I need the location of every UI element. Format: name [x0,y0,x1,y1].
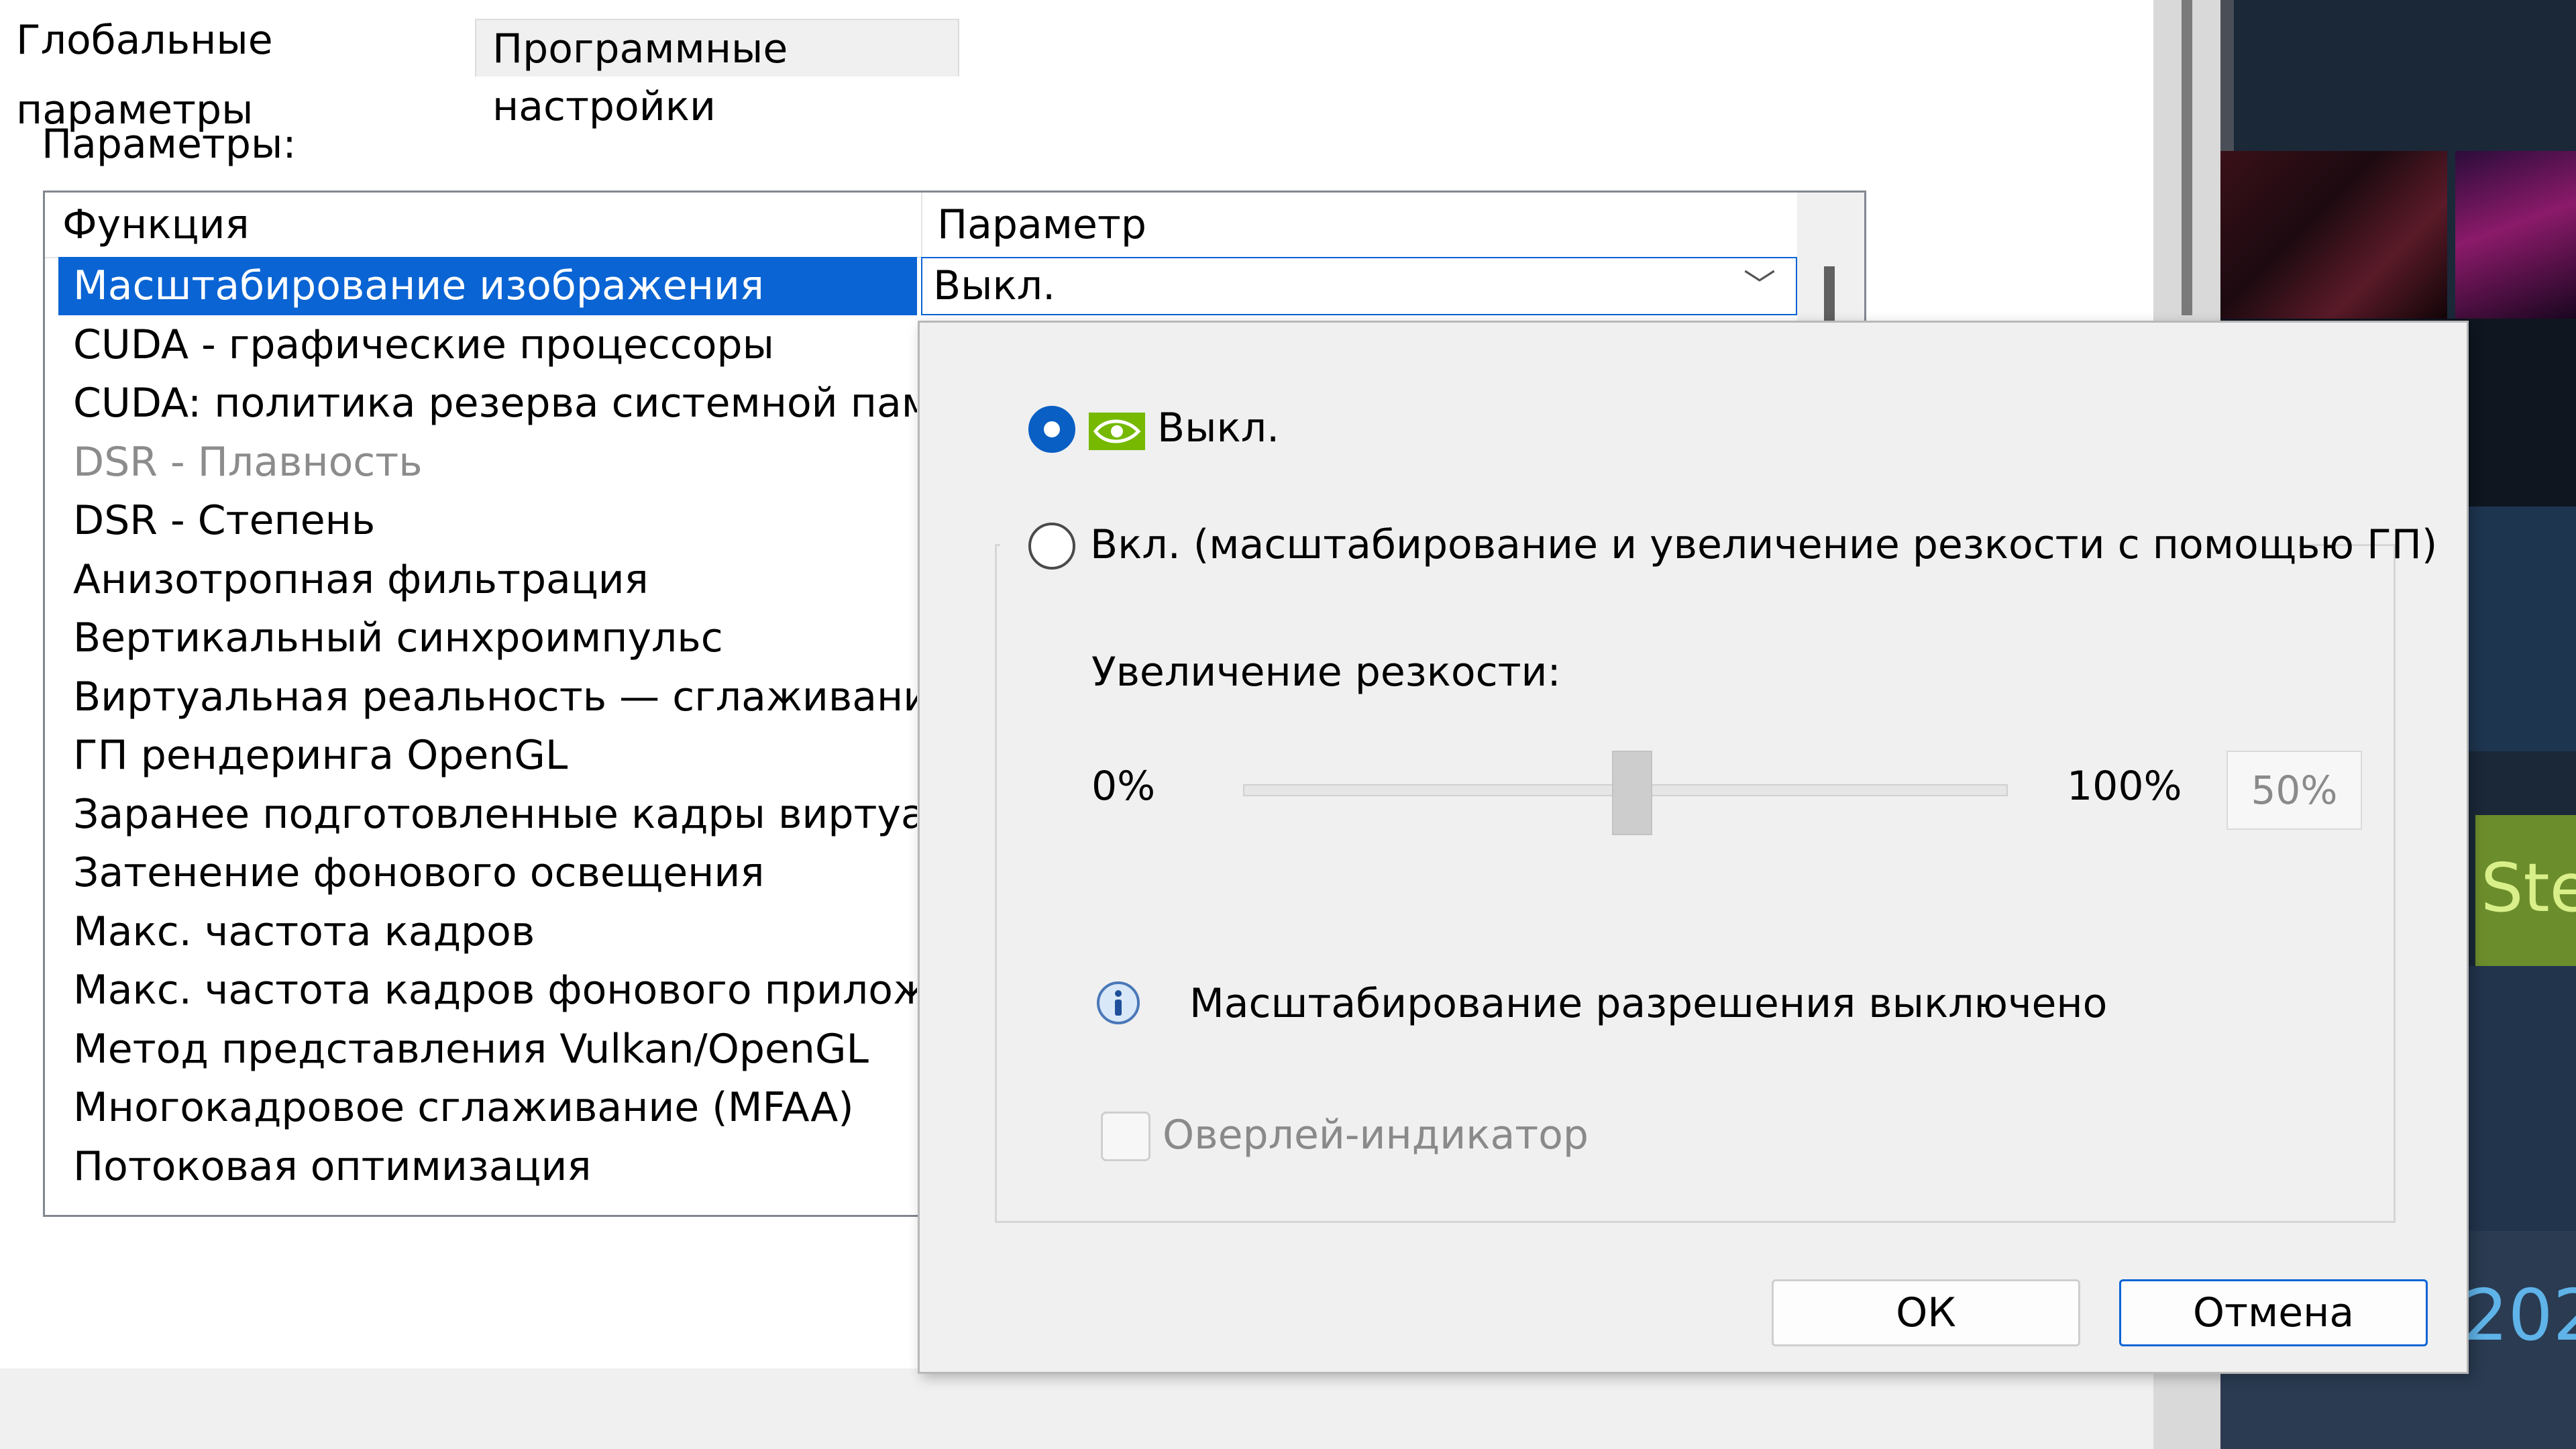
option-on-label[interactable]: Вкл. (масштабирование и увеличение резко… [1090,521,2437,568]
list-item[interactable]: Многокадровое сглаживание (MFAA) [58,1079,917,1137]
overlay-indicator-checkbox[interactable] [1101,1112,1150,1161]
column-header-parameter[interactable]: Параметр [937,193,1146,257]
list-item[interactable]: Метод представления Vulkan/OpenGL [58,1020,917,1079]
info-icon [1097,981,1140,1024]
slider-min-label: 0% [1091,763,1156,810]
store-button-label: Ste [2481,849,2576,927]
game-thumbnail[interactable] [2455,151,2576,319]
list-item[interactable]: Вертикальный синхроимпульс [58,609,917,667]
column-header-function[interactable]: Функция [62,193,250,257]
column-divider[interactable] [921,193,922,257]
chevron-down-icon[interactable]: ﹀ [1743,258,1776,314]
list-item[interactable]: Потоковая оптимизация [58,1138,917,1196]
panel-scrollbar-thumb[interactable] [2182,0,2192,315]
list-item[interactable]: Заранее подготовленные кадры виртуаль... [58,786,917,844]
list-item[interactable]: CUDA: политика резерва системной памяти [58,374,917,433]
radio-on[interactable] [1028,523,1075,570]
list-item[interactable]: CUDA - графические процессоры [58,316,917,374]
parameter-dropdown[interactable]: Выкл. ﹀ [921,257,1797,315]
list-header: Функция Параметр [45,193,1797,258]
panel-footer [0,1368,2153,1449]
list-item[interactable]: Макс. частота кадров [58,903,917,961]
sharpening-label: Увеличение резкости: [1091,649,1561,696]
list-item[interactable]: Анизотропная фильтрация [58,551,917,609]
overlay-indicator-label[interactable]: Оверлей-индикатор [1163,1112,1589,1159]
tab-global-settings[interactable]: Глобальные параметры [0,5,475,133]
list-item[interactable]: Виртуальная реальность — сглаживание ... [58,668,917,727]
option-off-label[interactable]: Выкл. [1157,405,1279,451]
list-item[interactable]: Затенение фонового освещения [58,844,917,902]
image-scaling-popup: Выкл. Вкл. (масштабирование и увеличение… [918,321,2469,1374]
list-item[interactable]: DSR - Плавность [58,433,917,492]
tab-program-settings[interactable]: Программные настройки [475,19,959,130]
nvidia-logo-icon [1089,413,1145,450]
settings-label: Параметры: [42,121,297,168]
sharpening-value-field[interactable]: 50% [2226,751,2362,830]
slider-max-label: 100% [2067,763,2182,810]
parameter-dropdown-value: Выкл. [933,262,1056,309]
sharpening-slider-thumb[interactable] [1612,751,1652,835]
radio-off[interactable] [1028,406,1075,453]
info-message: Масштабирование разрешения выключено [1189,980,2108,1027]
year-label: 202 [2463,1275,2576,1356]
list-item[interactable]: Макс. частота кадров фонового приложе... [58,961,917,1020]
game-thumbnail[interactable] [2220,151,2447,319]
list-item[interactable]: ГП рендеринга OpenGL [58,727,917,785]
list-item[interactable]: Масштабирование изображения [58,257,917,315]
ok-button[interactable]: ОК [1772,1279,2080,1346]
list-item[interactable]: DSR - Степень [58,492,917,550]
cancel-button[interactable]: Отмена [2119,1279,2428,1346]
